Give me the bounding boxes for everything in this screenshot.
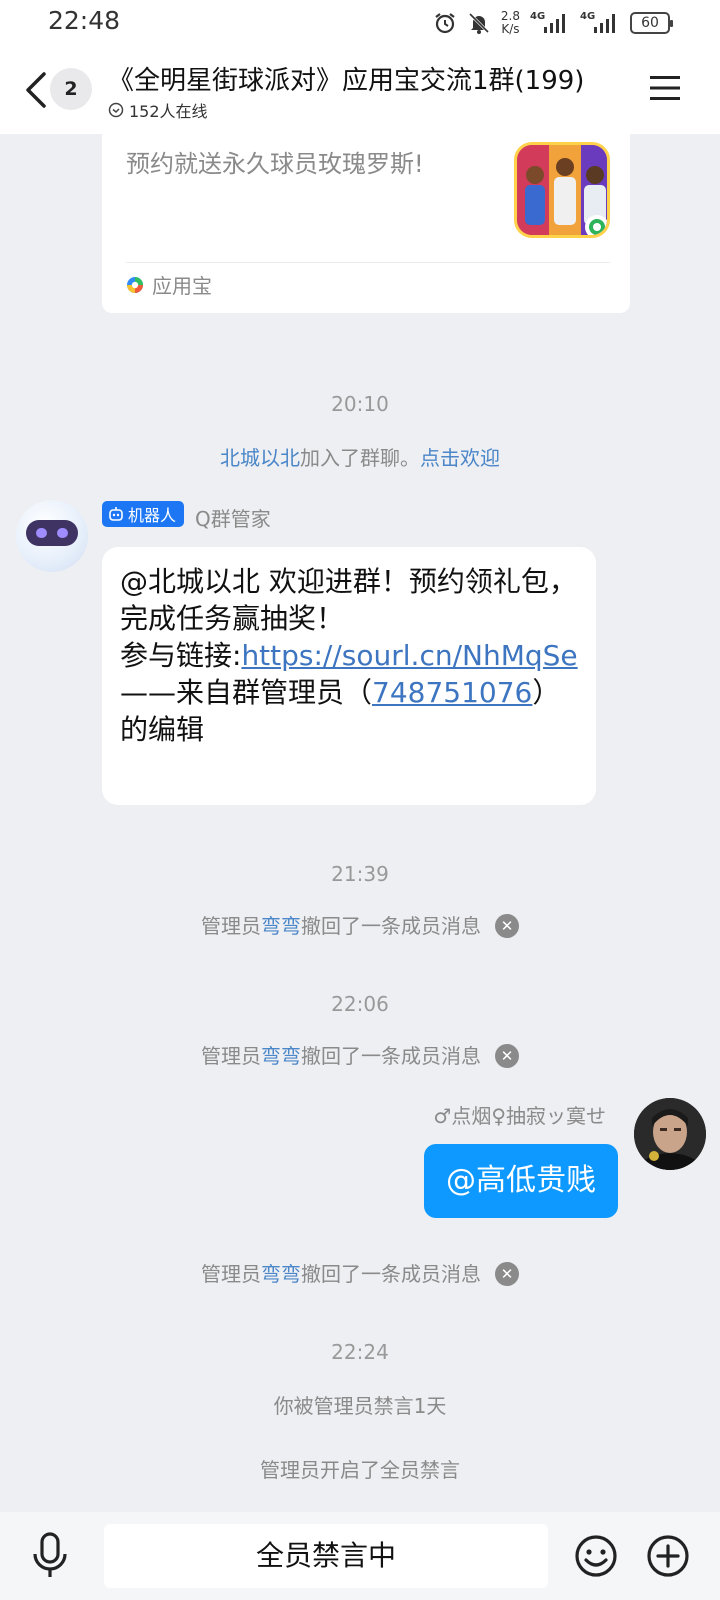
network-speed: 2.8 K/s	[501, 10, 520, 36]
online-count-label: 152人在线	[129, 102, 208, 121]
welcome-link[interactable]: 点击欢迎	[420, 446, 500, 470]
message-input[interactable]: 全员禁言中	[104, 1524, 548, 1588]
bot-sender-name[interactable]: Q群管家	[195, 503, 271, 532]
admin-name-link[interactable]: 弯弯	[261, 914, 301, 938]
alarm-icon	[435, 13, 455, 34]
my-nickname: ♂点烟♀抽寂ッ寞せ	[433, 1104, 606, 1128]
bot-message-text: @北城以北 欢迎进群！预约领礼包，完成任务赢抽奖！	[120, 565, 577, 635]
card-text: 预约就送永久球员玫瑰罗斯!	[126, 150, 424, 178]
plus-icon[interactable]	[646, 1534, 690, 1578]
timestamp: 20:10	[331, 392, 389, 416]
card-source: 应用宝	[126, 270, 212, 299]
battery-icon: 60	[630, 12, 673, 34]
bot-link-prefix: 参与链接:	[120, 639, 242, 672]
join-text: 加入了群聊。	[300, 446, 420, 470]
bot-eye	[57, 528, 68, 538]
app-share-card[interactable]: 预约就送永久球员玫瑰罗斯! 应用宝	[102, 134, 630, 313]
timestamp: 22:06	[331, 992, 389, 1016]
recall-prefix: 管理员	[201, 914, 261, 938]
my-avatar[interactable]	[634, 1098, 706, 1170]
close-icon[interactable]: ✕	[495, 913, 519, 938]
card-divider	[126, 262, 610, 263]
status-time: 22:48	[48, 6, 121, 35]
muted-notice: 你被管理员禁言1天	[273, 1394, 447, 1418]
recall-notice: 管理员弯弯撤回了一条成员消息 ✕	[0, 1040, 720, 1070]
all-muted-notice: 管理员开启了全员禁言	[260, 1458, 460, 1482]
recall-notice: 管理员弯弯撤回了一条成员消息 ✕	[0, 1258, 720, 1288]
join-notice: 北城以北加入了群聊。点击欢迎	[0, 442, 720, 471]
online-status-icon	[108, 102, 124, 118]
close-icon[interactable]: ✕	[495, 1261, 519, 1286]
menu-icon[interactable]	[650, 74, 680, 102]
recall-text: 撤回了一条成员消息	[301, 914, 481, 938]
signal-bars-icon	[544, 14, 565, 33]
admin-name-link[interactable]: 弯弯	[261, 1262, 301, 1286]
robot-icon	[109, 507, 123, 521]
unread-badge[interactable]: 2	[50, 68, 92, 110]
close-icon[interactable]: ✕	[495, 1043, 519, 1068]
game-thumbnail	[514, 142, 610, 238]
input-bar: 全员禁言中	[0, 1512, 720, 1600]
card-source-label: 应用宝	[152, 274, 212, 298]
network-speed-unit: K/s	[501, 22, 520, 36]
joined-user-link[interactable]: 北城以北	[220, 446, 300, 470]
bot-face	[26, 520, 78, 546]
mute-bell-icon	[468, 12, 489, 34]
back-icon[interactable]	[20, 68, 50, 112]
bot-tag: 机器人	[102, 501, 185, 527]
bot-avatar[interactable]	[16, 500, 88, 572]
signal-bars-icon	[594, 14, 615, 33]
timestamp: 22:24	[331, 1340, 389, 1364]
bot-tag-label: 机器人	[128, 506, 177, 525]
timestamp: 21:39	[331, 862, 389, 886]
yingyongbao-logo-icon	[127, 276, 143, 293]
bot-message-link[interactable]: https://sourl.cn/NhMqSe	[241, 639, 577, 672]
my-message-bubble[interactable]: @高低贵贱	[424, 1144, 618, 1218]
bot-message-bubble[interactable]: @北城以北 欢迎进群！预约领礼包，完成任务赢抽奖！ 参与链接:https://s…	[102, 547, 596, 805]
status-bar: 22:48 2.8 K/s 4G 4G 60	[0, 0, 720, 46]
recall-prefix: 管理员	[201, 1044, 261, 1068]
recall-notice: 管理员弯弯撤回了一条成员消息 ✕	[0, 910, 720, 940]
status-icons: 2.8 K/s 4G 4G 60	[433, 7, 673, 39]
recall-text: 撤回了一条成员消息	[301, 1262, 481, 1286]
signal-2: 4G	[580, 9, 620, 37]
recall-text: 撤回了一条成员消息	[301, 1044, 481, 1068]
chat-title[interactable]: 《全明星街球派对》应用宝交流1群(199)	[108, 60, 584, 97]
chat-header: 2 《全明星街球派对》应用宝交流1群(199) 152人在线	[0, 46, 720, 134]
bot-eye	[36, 528, 47, 538]
recall-prefix: 管理员	[201, 1262, 261, 1286]
online-count[interactable]: 152人在线	[108, 98, 208, 122]
bot-footer-prefix: ——来自群管理员（	[120, 676, 373, 709]
admin-id-link[interactable]: 748751076	[372, 676, 532, 709]
admin-name-link[interactable]: 弯弯	[261, 1044, 301, 1068]
microphone-icon[interactable]	[30, 1530, 70, 1580]
signal-1: 4G	[530, 9, 570, 37]
emoji-icon[interactable]	[574, 1534, 618, 1578]
